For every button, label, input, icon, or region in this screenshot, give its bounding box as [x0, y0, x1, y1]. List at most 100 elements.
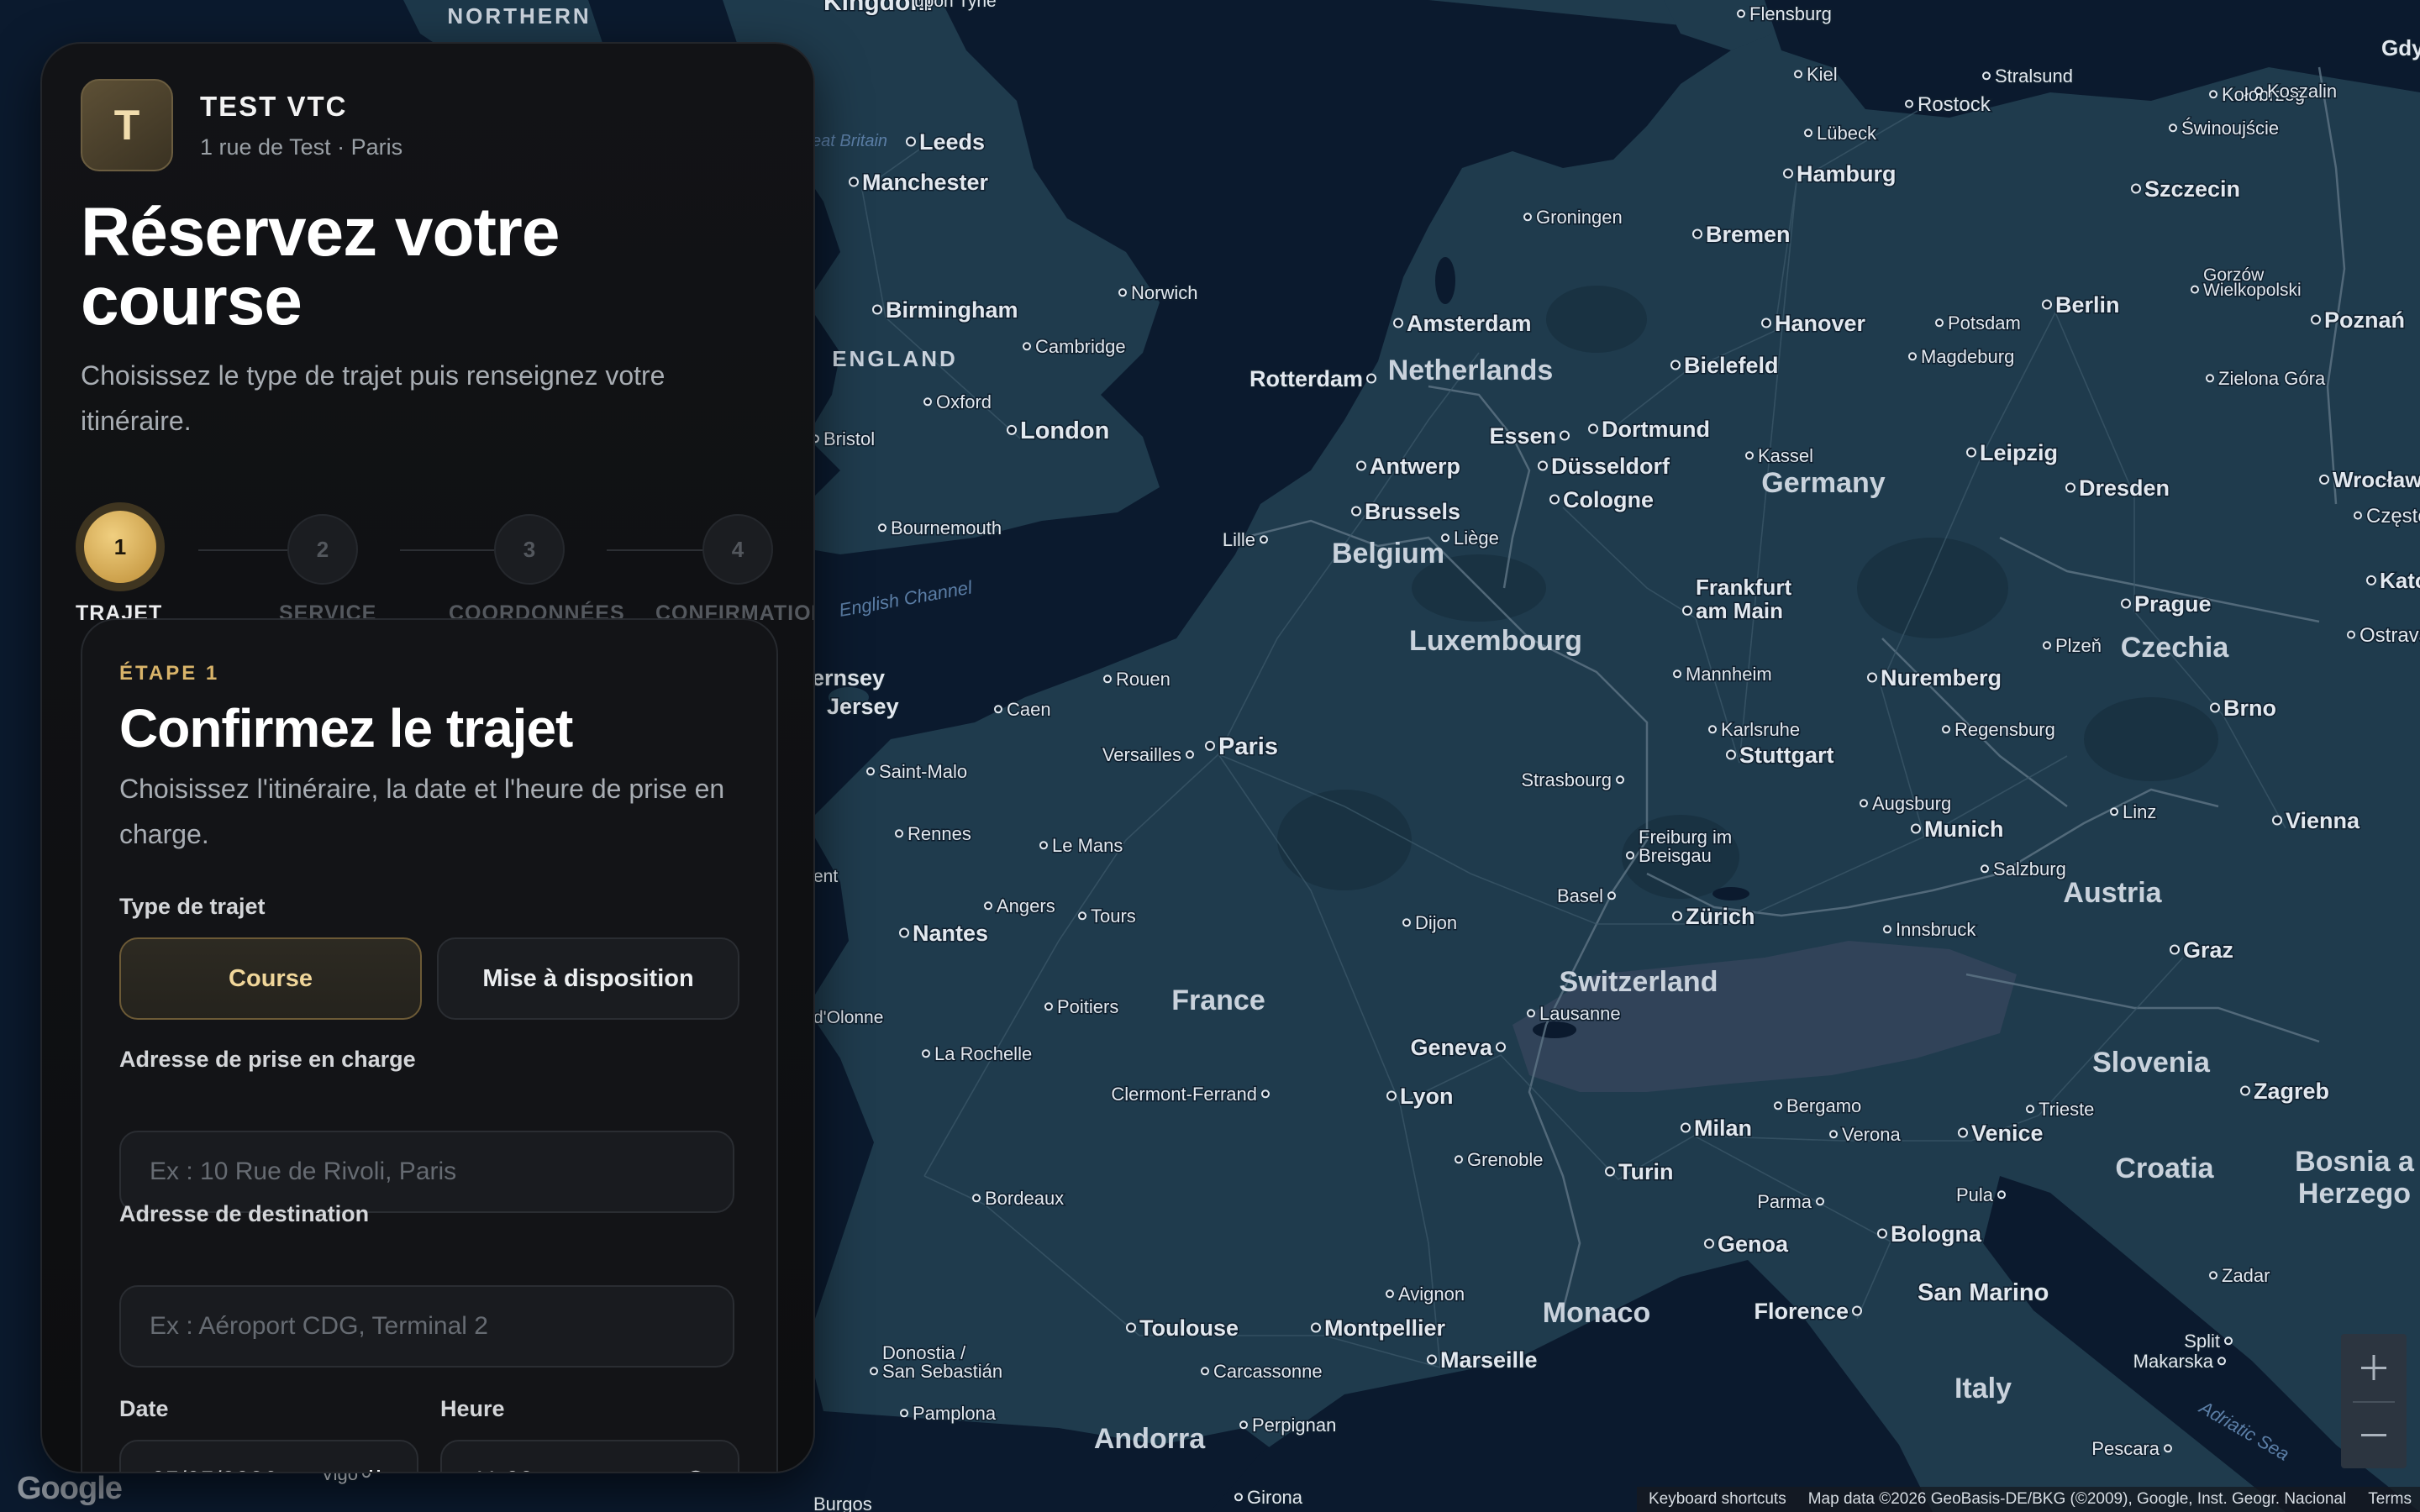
map-city[interactable]: Clermont-Ferrand: [1110, 1083, 1270, 1106]
zoom-out-button[interactable]: [2341, 1401, 2407, 1468]
map-city[interactable]: Bielefeld: [1670, 352, 1780, 380]
step-1-indicator[interactable]: 1: [76, 502, 165, 591]
map-city[interactable]: upon Tyne: [913, 0, 998, 13]
map-city[interactable]: Grenoble: [1455, 1148, 1544, 1172]
map-city[interactable]: Rotterdam: [1248, 365, 1376, 393]
map-city[interactable]: La Rochelle: [922, 1042, 1034, 1066]
map-city[interactable]: Poitiers: [1044, 995, 1120, 1019]
map-city[interactable]: Frankfurt: [1695, 574, 1793, 601]
map-city[interactable]: ent: [813, 866, 839, 888]
map-city[interactable]: London: [1007, 417, 1111, 446]
step-2-indicator[interactable]: 2: [287, 514, 358, 585]
map-city[interactable]: Flensburg: [1737, 3, 1833, 26]
map-city[interactable]: Magdeburg: [1908, 345, 2016, 369]
map-city[interactable]: Saint-Malo: [866, 760, 969, 784]
time-input[interactable]: 11:00: [440, 1440, 739, 1472]
map-city[interactable]: Bordeaux: [972, 1187, 1065, 1210]
map-city[interactable]: San Marino: [1917, 1278, 2050, 1308]
map-city[interactable]: Avignon: [1386, 1283, 1466, 1306]
map-city[interactable]: Wrocław: [2319, 466, 2420, 494]
step-4-indicator[interactable]: 4: [702, 514, 773, 585]
map-city[interactable]: Carcassonne: [1201, 1360, 1323, 1383]
map-city[interactable]: San Sebastián: [870, 1360, 1004, 1383]
map-city[interactable]: Zielona Góra: [2206, 367, 2327, 391]
map-city[interactable]: ernsey: [811, 664, 886, 692]
map-city[interactable]: Bremen: [1692, 221, 1791, 249]
map-city[interactable]: Pamplona: [900, 1402, 997, 1425]
map-city[interactable]: Koszalin: [2254, 80, 2338, 103]
clock-icon[interactable]: [684, 1469, 708, 1472]
keyboard-shortcuts-link[interactable]: Keyboard shortcuts: [1649, 1490, 1786, 1509]
map-city[interactable]: Potsdam: [1935, 312, 2022, 335]
trip-type-course-button[interactable]: Course: [119, 937, 422, 1020]
map-city[interactable]: Cologne: [1549, 486, 1655, 514]
map-city[interactable]: Geneva: [1409, 1034, 1506, 1062]
map-city[interactable]: Augsburg: [1860, 792, 1953, 816]
step-3-indicator[interactable]: 3: [494, 514, 565, 585]
map-city-label: Rouen: [1116, 669, 1171, 690]
map-city[interactable]: Amsterdam: [1393, 310, 1533, 338]
calendar-icon[interactable]: [363, 1469, 387, 1472]
map-city[interactable]: Montpellier: [1311, 1315, 1447, 1342]
map-city[interactable]: Karlsruhe: [1708, 718, 1802, 742]
map-city[interactable]: Antwerp: [1356, 453, 1462, 480]
map-city[interactable]: Perpignan: [1239, 1414, 1338, 1437]
trip-type-disposal-button[interactable]: Mise à disposition: [437, 937, 739, 1020]
map-city[interactable]: Manchester: [849, 169, 990, 197]
map-city[interactable]: Regensburg: [1942, 718, 2056, 742]
map-city[interactable]: Genoa: [1704, 1231, 1791, 1258]
map-city[interactable]: Versailles: [1101, 743, 1194, 767]
map-city[interactable]: Toulouse: [1126, 1315, 1240, 1342]
map-city[interactable]: Nantes: [899, 920, 990, 948]
map-city[interactable]: Venice: [1958, 1120, 2044, 1147]
map-city[interactable]: Gdyn: [2381, 34, 2420, 62]
map-city[interactable]: Breisgau: [1626, 844, 1712, 868]
map-city[interactable]: Rennes: [895, 822, 972, 846]
destination-address-input[interactable]: [119, 1285, 734, 1368]
map-city[interactable]: Munich: [1911, 816, 2005, 843]
map-city[interactable]: Jersey: [826, 693, 901, 721]
map-city[interactable]: Mannheim: [1673, 663, 1773, 686]
map-city[interactable]: Świnoujście: [2169, 117, 2281, 140]
map-city[interactable]: Bologna: [1877, 1221, 1983, 1248]
map-city[interactable]: Strasbourg: [1520, 769, 1624, 792]
map-city[interactable]: Salzburg: [1981, 858, 2067, 881]
map-city[interactable]: Hanover: [1761, 310, 1867, 338]
map-city[interactable]: Norwich: [1118, 281, 1199, 305]
map-city[interactable]: Zürich: [1672, 903, 1756, 931]
map-city[interactable]: d'Olonne: [813, 1007, 885, 1029]
map-city[interactable]: Lausanne: [1527, 1002, 1622, 1026]
map-city[interactable]: Stuttgart: [1726, 742, 1835, 769]
map-city[interactable]: Wielkopolski: [2191, 280, 2302, 302]
map-city[interactable]: Birmingham: [872, 297, 1019, 324]
map-city[interactable]: Vienna: [2272, 807, 2362, 835]
map-city[interactable]: Groningen: [1523, 206, 1623, 229]
map-city[interactable]: Hamburg: [1783, 160, 1897, 188]
map-city[interactable]: Rostock: [1905, 92, 1992, 118]
map-city[interactable]: Szczecin: [2131, 176, 2242, 203]
map-city[interactable]: Marseille: [1427, 1347, 1539, 1374]
map-city[interactable]: Nuremberg: [1867, 664, 2003, 692]
map-city[interactable]: Poznań: [2311, 307, 2407, 334]
zoom-in-button[interactable]: [2341, 1334, 2407, 1401]
map-city[interactable]: Burgos: [813, 1493, 874, 1512]
map-city[interactable]: Dresden: [2065, 475, 2171, 502]
map-city[interactable]: Florence: [1753, 1298, 1862, 1326]
map-city[interactable]: Stralsund: [1982, 65, 2074, 88]
map-city[interactable]: Innsbruck: [1883, 918, 1978, 942]
map-city[interactable]: Dortmund: [1588, 416, 1711, 444]
map-city[interactable]: Bournemouth: [878, 517, 1003, 540]
map-city[interactable]: Cambridge: [1023, 335, 1127, 359]
date-input[interactable]: 05/05/2026: [119, 1440, 418, 1472]
map-city[interactable]: am Main: [1682, 597, 1785, 625]
map-city[interactable]: Düsseldorf: [1538, 453, 1672, 480]
map-city[interactable]: Bergamo: [1774, 1095, 1863, 1118]
map-city[interactable]: Le Mans: [1039, 834, 1124, 858]
map-city[interactable]: Prague: [2121, 591, 2212, 618]
map-city[interactable]: Brussels: [1351, 498, 1462, 526]
map-city[interactable]: Leipzig: [1966, 439, 2060, 467]
map-city[interactable]: Makarska: [2132, 1350, 2226, 1373]
map-city[interactable]: Pescara: [2091, 1437, 2172, 1461]
terms-link[interactable]: Terms: [2368, 1490, 2412, 1509]
map-city[interactable]: Zagreb: [2240, 1078, 2331, 1105]
